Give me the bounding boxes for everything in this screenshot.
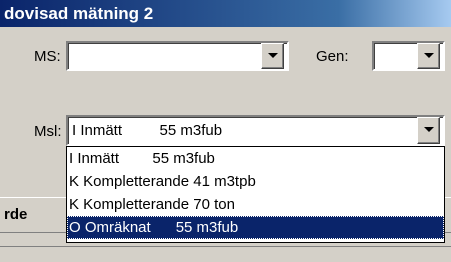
- window-title: dovisad mätning 2: [0, 0, 451, 27]
- msl-value: I Inmätt 55 m3fub: [72, 122, 223, 139]
- chevron-down-icon: [424, 127, 434, 132]
- dropdown-option[interactable]: I Inmätt 55 m3fub: [67, 147, 444, 170]
- dropdown-option[interactable]: K Kompletterande 70 ton: [67, 193, 444, 216]
- msl-dropdown-button[interactable]: [417, 117, 440, 144]
- ms-combobox[interactable]: [66, 41, 289, 71]
- chevron-down-icon: [424, 53, 434, 58]
- msl-combobox[interactable]: I Inmätt 55 m3fub: [66, 115, 445, 146]
- divider: [0, 246, 451, 247]
- ms-label: MS:: [34, 48, 61, 65]
- column-header[interactable]: rde: [4, 206, 27, 223]
- gen-dropdown-button[interactable]: [417, 43, 440, 69]
- chevron-down-icon: [268, 53, 278, 58]
- msl-dropdown-list[interactable]: I Inmätt 55 m3fub K Kompletterande 41 m3…: [66, 146, 445, 243]
- gen-label: Gen:: [316, 48, 349, 65]
- dropdown-option[interactable]: K Kompletterande 41 m3tpb: [67, 170, 444, 193]
- ms-dropdown-button[interactable]: [261, 43, 284, 69]
- msl-label: Msl:: [34, 123, 62, 140]
- dropdown-option-selected[interactable]: O Omräknat 55 m3fub: [67, 216, 444, 239]
